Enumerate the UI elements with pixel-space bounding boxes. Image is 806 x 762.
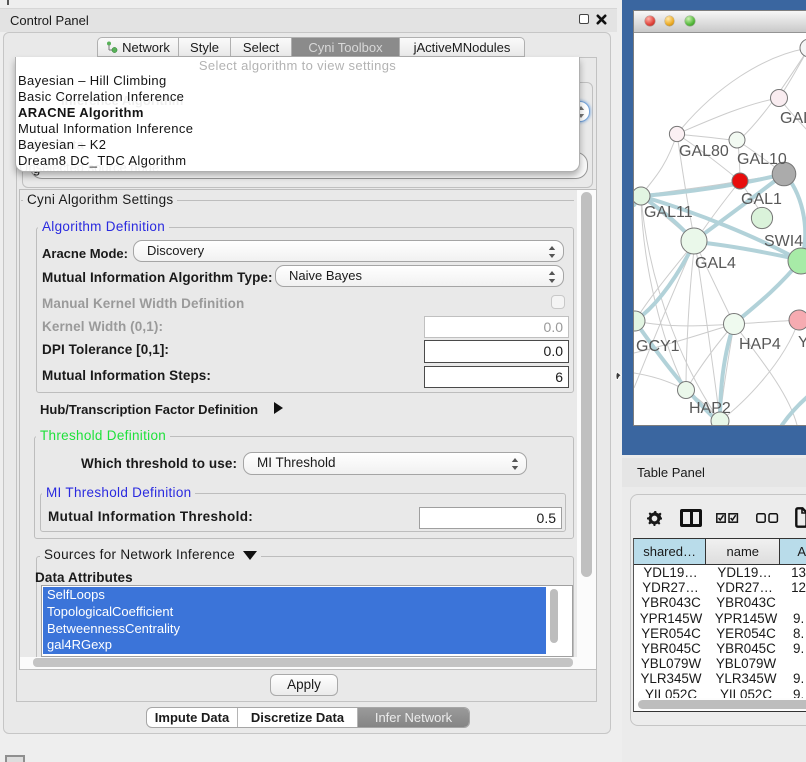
svg-text:GAL1: GAL1 (741, 191, 782, 208)
svg-text:GAL10: GAL10 (737, 151, 787, 168)
svg-text:SWI4: SWI4 (764, 233, 803, 250)
svg-text:GAL11: GAL11 (644, 204, 693, 221)
svg-text:Y: Y (798, 334, 806, 351)
svg-text:GAL80: GAL80 (679, 143, 729, 160)
svg-text:GAL: GAL (780, 110, 806, 127)
svg-text:GCY1: GCY1 (636, 338, 680, 355)
svg-text:HAP4: HAP4 (739, 336, 781, 353)
svg-text:HAP2: HAP2 (689, 400, 731, 417)
svg-text:GAL4: GAL4 (695, 255, 736, 272)
